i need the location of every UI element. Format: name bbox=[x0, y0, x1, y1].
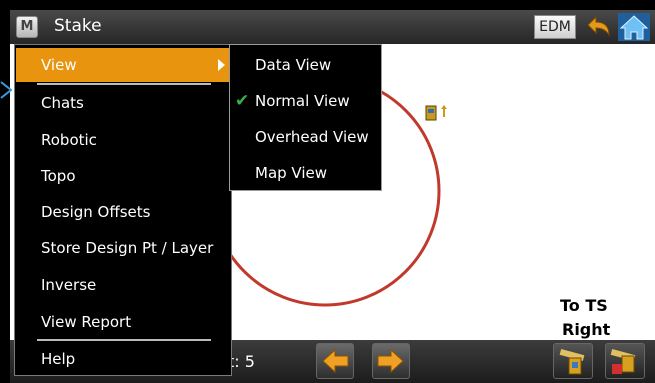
menu-item-label: Topo bbox=[41, 167, 76, 185]
store-tool-icon bbox=[610, 348, 636, 374]
checkmark-icon: ✔ bbox=[235, 91, 250, 111]
submenu-item-overhead-view[interactable]: Overhead View bbox=[230, 119, 381, 155]
menu-item-view[interactable]: View bbox=[16, 48, 230, 82]
menu-item-topo[interactable]: Topo bbox=[16, 159, 230, 193]
left-arrow-icon bbox=[322, 348, 349, 374]
menu-item-help[interactable]: Help bbox=[16, 342, 230, 376]
right-arrow-icon bbox=[377, 348, 404, 374]
menu-icon[interactable]: M bbox=[16, 16, 38, 38]
menu-separator bbox=[37, 83, 211, 85]
store-tool-button[interactable] bbox=[605, 343, 645, 379]
submenu-arrow-icon bbox=[218, 59, 225, 71]
menu-item-inverse[interactable]: Inverse bbox=[16, 268, 230, 302]
app-window: M Stake EDM To TS Right t: 5 View Chats … bbox=[0, 0, 655, 383]
total-station-icon bbox=[425, 105, 447, 121]
stake-tool-button[interactable] bbox=[553, 343, 593, 379]
submenu-item-map-view[interactable]: Map View bbox=[230, 155, 381, 191]
direction-label: Right bbox=[562, 320, 611, 339]
menu-item-label: Store Design Pt / Layer bbox=[41, 239, 214, 257]
view-submenu: Data View ✔ Normal View Overhead View Ma… bbox=[229, 44, 382, 191]
menu-item-label: Help bbox=[41, 350, 76, 368]
menu-item-label: Inverse bbox=[41, 276, 97, 294]
stake-tool-icon bbox=[559, 348, 585, 375]
edm-button[interactable]: EDM bbox=[534, 15, 576, 39]
submenu-item-normal-view[interactable]: ✔ Normal View bbox=[230, 83, 381, 119]
main-menu: View Chats Robotic Topo Design Offsets S… bbox=[14, 44, 232, 376]
menu-item-label: View bbox=[41, 56, 77, 74]
home-button[interactable] bbox=[618, 13, 650, 41]
page-title: Stake bbox=[54, 16, 102, 36]
next-point-button[interactable] bbox=[372, 343, 410, 379]
title-bar: M Stake EDM bbox=[10, 10, 655, 44]
pointer-arrow-icon bbox=[0, 81, 12, 99]
submenu-item-label: Data View bbox=[255, 56, 332, 74]
home-icon bbox=[618, 13, 650, 41]
menu-item-label: Chats bbox=[41, 94, 84, 112]
submenu-item-data-view[interactable]: Data View bbox=[230, 47, 381, 83]
menu-item-store-design-pt[interactable]: Store Design Pt / Layer bbox=[16, 231, 230, 265]
previous-point-button[interactable] bbox=[316, 343, 354, 379]
menu-item-label: Design Offsets bbox=[41, 203, 151, 221]
undo-button[interactable] bbox=[582, 13, 614, 41]
menu-item-chats[interactable]: Chats bbox=[16, 86, 230, 120]
submenu-item-label: Overhead View bbox=[255, 128, 369, 146]
menu-separator bbox=[37, 339, 211, 341]
submenu-item-label: Map View bbox=[255, 164, 328, 182]
undo-arrow-icon bbox=[587, 15, 610, 37]
menu-item-design-offsets[interactable]: Design Offsets bbox=[16, 195, 230, 229]
menu-item-label: Robotic bbox=[41, 131, 97, 149]
submenu-item-label: Normal View bbox=[255, 92, 350, 110]
menu-item-view-report[interactable]: View Report bbox=[16, 305, 230, 339]
menu-item-robotic[interactable]: Robotic bbox=[16, 123, 230, 157]
point-label: t: 5 bbox=[228, 352, 255, 371]
menu-item-label: View Report bbox=[41, 313, 132, 331]
direction-target-label: To TS bbox=[560, 296, 608, 315]
